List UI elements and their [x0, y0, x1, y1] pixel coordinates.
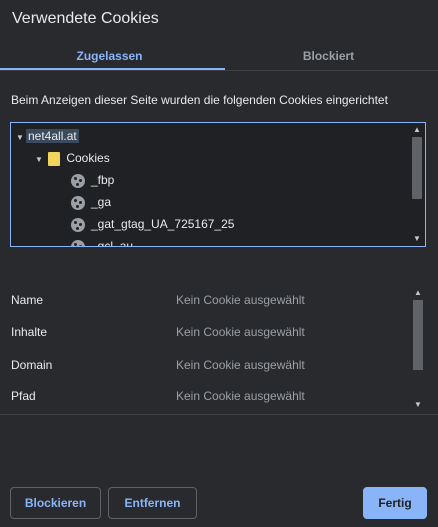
- cookie-icon: [71, 239, 85, 246]
- details-scroll-thumb[interactable]: [413, 300, 423, 370]
- detail-label: Inhalte: [11, 325, 48, 339]
- remove-button[interactable]: Entfernen: [108, 487, 197, 519]
- cookie-tree[interactable]: ▼ net4all.at ▼ Cookies _fbp _ga _gat_gtag…: [10, 122, 426, 247]
- tree-cookie-item[interactable]: _gat_gtag_UA_725167_25: [71, 214, 234, 234]
- detail-label: Name: [11, 293, 44, 307]
- tree-folder-label: Cookies: [66, 151, 110, 165]
- detail-value: Kein Cookie ausgewählt: [176, 325, 305, 339]
- folder-icon: [48, 151, 61, 166]
- details-divider: [0, 414, 438, 415]
- detail-label: Pfad: [11, 389, 36, 403]
- cookie-icon: [71, 173, 85, 188]
- description-text: Beim Anzeigen dieser Seite wurden die fo…: [11, 93, 388, 107]
- tab-bar: Zugelassen Blockiert: [0, 44, 438, 70]
- cookie-label: _ga: [91, 195, 112, 209]
- tab-blocked[interactable]: Blockiert: [219, 44, 438, 70]
- dialog-title: Verwendete Cookies: [12, 10, 159, 27]
- tree-root-label: net4all.at: [26, 129, 79, 143]
- block-button[interactable]: Blockieren: [10, 487, 101, 519]
- triangle-down-icon[interactable]: ▼: [16, 128, 26, 148]
- detail-label: Domain: [11, 358, 53, 372]
- cookie-label: _gcl_au: [91, 239, 134, 247]
- cookie-label: _fbp: [91, 173, 115, 187]
- detail-value: Kein Cookie ausgewählt: [176, 293, 305, 307]
- triangle-down-icon[interactable]: ▼: [35, 150, 45, 170]
- scroll-down-arrow-icon[interactable]: ▼: [409, 232, 425, 246]
- detail-row: Inhalte Kein Cookie ausgewählt: [0, 322, 400, 342]
- detail-row: Name Kein Cookie ausgewählt: [0, 290, 400, 310]
- done-button[interactable]: Fertig: [363, 487, 427, 519]
- tab-allowed[interactable]: Zugelassen: [0, 44, 219, 70]
- tab-divider: [0, 70, 438, 71]
- detail-value: Kein Cookie ausgewählt: [176, 358, 305, 372]
- scroll-down-arrow-icon[interactable]: ▼: [410, 398, 426, 412]
- detail-row: Pfad Kein Cookie ausgewählt: [0, 386, 400, 406]
- scroll-up-arrow-icon[interactable]: ▲: [410, 286, 426, 300]
- cookie-details: Name Kein Cookie ausgewählt Inhalte Kein…: [0, 286, 424, 412]
- detail-value: Kein Cookie ausgewählt: [176, 389, 305, 403]
- scroll-up-arrow-icon[interactable]: ▲: [409, 123, 425, 137]
- details-scrollbar[interactable]: ▲ ▼: [410, 286, 426, 412]
- detail-row: Domain Kein Cookie ausgewählt: [0, 355, 400, 375]
- tree-cookie-item[interactable]: _fbp: [71, 170, 114, 190]
- tree-folder-row[interactable]: ▼ Cookies: [35, 148, 110, 168]
- cookie-icon: [71, 195, 85, 210]
- cookie-icon: [71, 217, 85, 232]
- tree-scroll-thumb[interactable]: [412, 137, 422, 199]
- tree-cookie-item[interactable]: _ga: [71, 192, 111, 212]
- cookie-label: _gat_gtag_UA_725167_25: [91, 217, 235, 231]
- tree-root-row[interactable]: ▼ net4all.at: [16, 126, 79, 146]
- tree-scrollbar[interactable]: ▲ ▼: [409, 123, 425, 246]
- tree-cookie-item[interactable]: _gcl_au: [71, 236, 134, 247]
